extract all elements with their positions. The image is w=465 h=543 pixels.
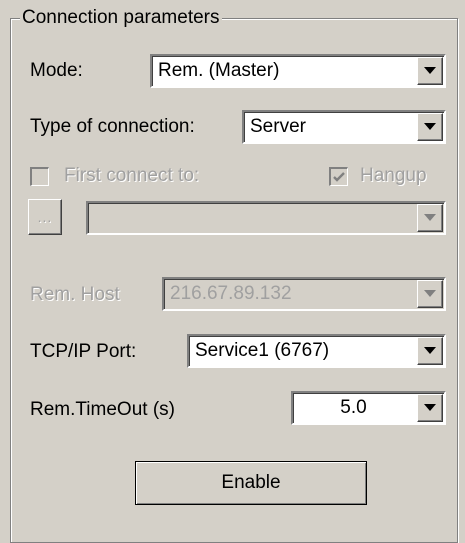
rem-host-dropdown[interactable]: 216.67.89.132 <box>162 277 446 311</box>
connection-type-label: Type of connection: <box>30 116 195 137</box>
chevron-down-icon[interactable] <box>417 204 443 232</box>
rem-timeout-label: Rem.TimeOut (s) <box>30 399 175 420</box>
rem-timeout-value: 5.0 <box>340 397 367 418</box>
connection-type-value: Server <box>250 116 306 137</box>
connection-type-dropdown[interactable]: Server <box>242 110 446 144</box>
chevron-down-icon[interactable] <box>417 280 443 308</box>
chevron-down-icon[interactable] <box>417 394 443 422</box>
rem-timeout-dropdown[interactable]: 5.0 <box>291 391 446 425</box>
rem-host-value: 216.67.89.132 <box>170 283 292 304</box>
tcp-port-value: Service1 (6767) <box>195 340 330 361</box>
mode-value: Rem. (Master) <box>158 60 280 81</box>
rem-host-label: Rem. Host <box>30 284 120 305</box>
first-connect-dropdown[interactable] <box>86 201 446 235</box>
hangup-checkbox[interactable] <box>329 167 348 186</box>
mode-dropdown[interactable]: Rem. (Master) <box>150 54 446 88</box>
mode-label: Mode: <box>30 60 83 81</box>
browse-button[interactable]: ... <box>28 199 62 235</box>
chevron-down-icon[interactable] <box>417 57 443 85</box>
enable-button[interactable]: Enable <box>135 461 367 505</box>
first-connect-checkbox[interactable] <box>30 167 49 186</box>
chevron-down-icon[interactable] <box>417 113 443 141</box>
hangup-label: Hangup <box>360 165 427 186</box>
tcp-port-dropdown[interactable]: Service1 (6767) <box>187 334 446 368</box>
group-title: Connection parameters <box>20 7 222 28</box>
checkmark-icon <box>333 172 345 182</box>
tcp-port-label: TCP/IP Port: <box>30 341 137 362</box>
chevron-down-icon[interactable] <box>417 337 443 365</box>
first-connect-label: First connect to: <box>64 165 200 186</box>
